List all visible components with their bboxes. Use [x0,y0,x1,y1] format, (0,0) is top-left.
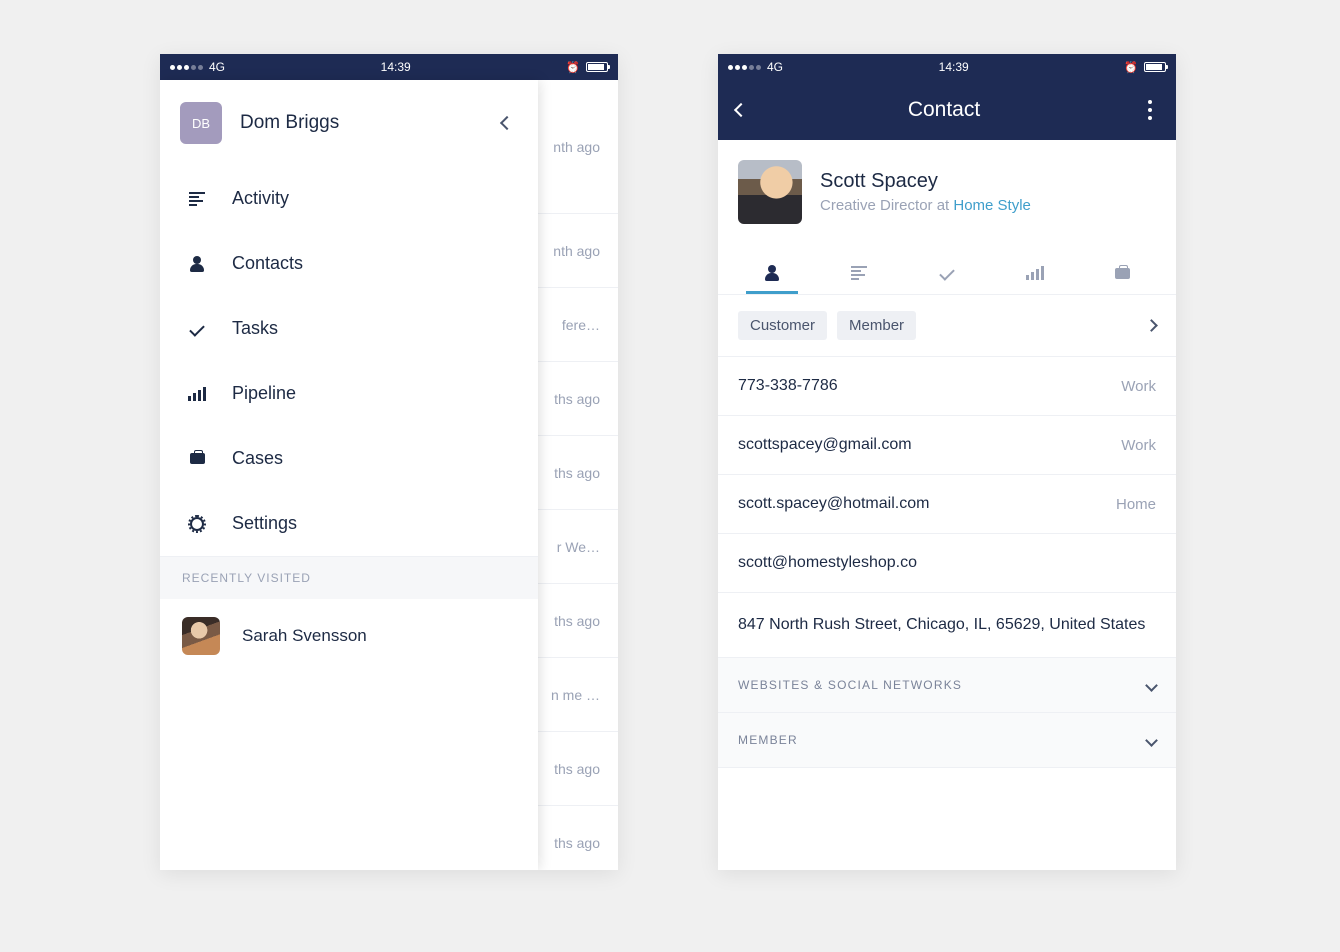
person-icon [188,257,206,271]
battery-icon [1144,62,1166,72]
contact-tabs [718,244,1176,294]
nav-activity[interactable]: Activity [160,166,538,231]
chevron-down-icon [1145,679,1158,692]
role-prefix: Creative Director at [820,197,953,214]
network-label: 4G [209,60,225,74]
alarm-icon: ⏰ [1124,61,1138,74]
nav-label: Settings [232,513,297,534]
tab-profile[interactable] [728,252,816,294]
signal-dots-icon [728,65,761,70]
back-button[interactable] [734,103,748,117]
nav-label: Activity [232,188,289,209]
section-websites[interactable]: WEBSITES & SOCIAL NETWORKS [718,658,1176,713]
tags-row[interactable]: Customer Member [718,294,1176,357]
gear-icon [188,517,206,531]
nav-tasks[interactable]: Tasks [160,296,538,361]
detail-email[interactable]: scottspacey@gmail.com Work [718,416,1176,475]
detail-email[interactable]: scott@homestyleshop.co [718,534,1176,593]
contact-avatar [738,160,802,224]
nav-label: Tasks [232,318,278,339]
tag: Member [837,311,916,340]
contact-name: Scott Spacey [820,170,1031,193]
alarm-icon: ⏰ [566,61,580,74]
company-link[interactable]: Home Style [953,197,1031,214]
recently-visited-header: RECENTLY VISITED [160,556,538,599]
battery-icon [586,62,608,72]
navbar-title: Contact [908,98,980,122]
nav-label: Pipeline [232,383,296,404]
collapse-drawer-icon[interactable] [500,116,514,130]
detail-value: 773-338-7786 [738,377,838,395]
phone-sidebar-screen: 4G 14:39 ⏰ nth ago nth ago fere… ths ago… [160,54,618,870]
chevron-down-icon [1145,734,1158,747]
tab-activity[interactable] [816,252,904,294]
check-icon [188,325,206,333]
detail-phone[interactable]: 773-338-7786 Work [718,357,1176,416]
bars-icon [188,387,206,401]
nav-cases[interactable]: Cases [160,426,538,491]
section-title: WEBSITES & SOCIAL NETWORKS [738,678,962,692]
drawer-header[interactable]: DB Dom Briggs [160,80,538,166]
clock-label: 14:39 [381,60,411,74]
nav-settings[interactable]: Settings [160,491,538,556]
briefcase-icon [188,453,206,464]
clock-label: 14:39 [939,60,969,74]
navbar: Contact [718,80,1176,140]
section-title: MEMBER [738,733,798,747]
phone-contact-screen: 4G 14:39 ⏰ Contact Scott Spacey Creative… [718,54,1176,870]
user-name: Dom Briggs [240,112,484,134]
user-avatar: DB [180,102,222,144]
detail-value: scott@homestyleshop.co [738,554,917,572]
detail-label: Work [1121,437,1156,454]
more-menu-button[interactable] [1142,100,1158,120]
network-label: 4G [767,60,783,74]
nav-contacts[interactable]: Contacts [160,231,538,296]
signal-dots-icon [170,65,203,70]
nav-pipeline[interactable]: Pipeline [160,361,538,426]
activity-icon [188,192,206,206]
contact-header: Scott Spacey Creative Director at Home S… [718,140,1176,244]
tab-tasks[interactable] [903,252,991,294]
recent-item[interactable]: Sarah Svensson [160,599,538,673]
tag: Customer [738,311,827,340]
chevron-right-icon [1145,319,1158,332]
tab-pipeline[interactable] [991,252,1079,294]
detail-email[interactable]: scott.spacey@hotmail.com Home [718,475,1176,534]
nav-label: Cases [232,448,283,469]
nav-label: Contacts [232,253,303,274]
detail-label: Work [1121,378,1156,395]
detail-address[interactable]: 847 North Rush Street, Chicago, IL, 6562… [718,593,1176,658]
detail-label: Home [1116,496,1156,513]
contact-role: Creative Director at Home Style [820,197,1031,214]
navigation-drawer: DB Dom Briggs Activity Contacts Tasks Pi… [160,80,538,870]
tab-cases[interactable] [1078,252,1166,294]
status-bar: 4G 14:39 ⏰ [718,54,1176,80]
detail-value: 847 North Rush Street, Chicago, IL, 6562… [738,613,1145,637]
status-bar: 4G 14:39 ⏰ [160,54,618,80]
section-member[interactable]: MEMBER [718,713,1176,768]
detail-value: scott.spacey@hotmail.com [738,495,929,513]
detail-value: scottspacey@gmail.com [738,436,912,454]
recent-avatar [182,617,220,655]
recent-name: Sarah Svensson [242,626,367,646]
